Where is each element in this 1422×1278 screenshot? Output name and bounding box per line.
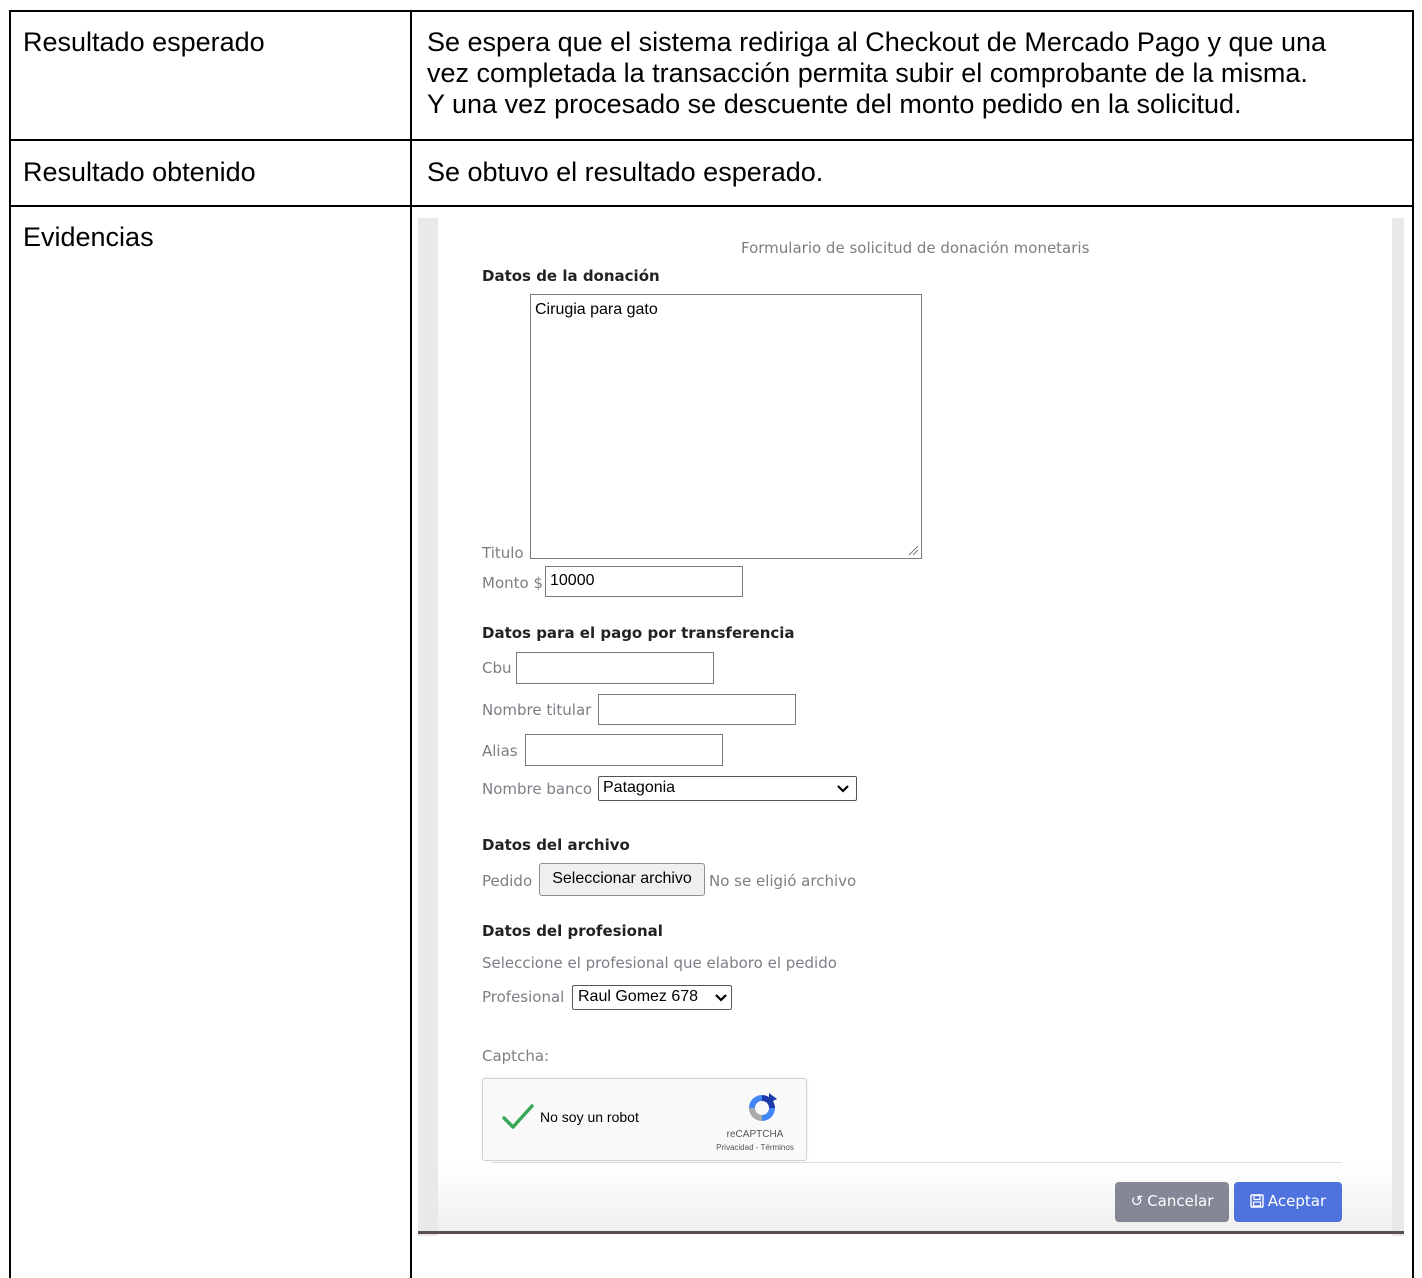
row-label-resultado-obtenido: Resultado obtenido bbox=[23, 157, 256, 187]
captcha-terms[interactable]: Privacidad - Términos bbox=[705, 1143, 805, 1152]
table-column-divider bbox=[410, 10, 412, 1278]
save-icon bbox=[1250, 1194, 1264, 1208]
table-border-top bbox=[9, 10, 1414, 12]
screenshot-bottom-edge bbox=[418, 1231, 1404, 1234]
table-border-right bbox=[1412, 10, 1414, 1278]
recaptcha-logo-icon bbox=[749, 1093, 777, 1121]
monto-value: 10000 bbox=[550, 572, 595, 589]
profesional-hint: Seleccione el profesional que elaboro el… bbox=[482, 954, 837, 972]
cancel-button[interactable]: ↺ Cancelar bbox=[1115, 1182, 1229, 1222]
row-content-resultado-esperado: Se espera que el sistema rediriga al Che… bbox=[427, 27, 1326, 120]
section-heading-transferencia: Datos para el pago por transferencia bbox=[482, 624, 795, 642]
alias-input[interactable] bbox=[525, 734, 723, 766]
undo-icon: ↺ bbox=[1130, 1192, 1144, 1210]
cbu-input[interactable] bbox=[516, 652, 714, 684]
content-line: vez completada la transacción permita su… bbox=[427, 58, 1308, 88]
row-label-evidencias: Evidencias bbox=[23, 222, 154, 252]
section-heading-profesional: Datos del profesional bbox=[482, 922, 663, 940]
footer-divider bbox=[492, 1162, 1342, 1163]
table-row-divider bbox=[9, 139, 1414, 141]
captcha-text: No soy un robot bbox=[540, 1109, 639, 1125]
section-heading-archivo: Datos del archivo bbox=[482, 836, 630, 854]
resize-handle-icon[interactable] bbox=[907, 544, 919, 556]
profesional-label: Profesional bbox=[482, 988, 565, 1006]
profesional-value: Raul Gomez 678 bbox=[578, 988, 699, 1005]
nombre-titular-label: Nombre titular bbox=[482, 701, 592, 719]
alias-label: Alias bbox=[482, 742, 518, 760]
form-title: Formulario de solicitud de donación mone… bbox=[741, 239, 1090, 257]
captcha-label: Captcha: bbox=[482, 1047, 550, 1065]
select-file-button[interactable]: Seleccionar archivo bbox=[539, 863, 705, 896]
profesional-select[interactable]: Raul Gomez 678 bbox=[572, 985, 732, 1010]
accept-button[interactable]: Aceptar bbox=[1234, 1182, 1342, 1222]
nombre-banco-value: Patagonia bbox=[603, 779, 676, 796]
row-label-resultado-esperado: Resultado esperado bbox=[23, 27, 265, 57]
cbu-label: Cbu bbox=[482, 659, 512, 677]
table-row-divider bbox=[9, 205, 1414, 207]
file-status: No se eligió archivo bbox=[709, 872, 857, 890]
nombre-banco-select[interactable]: Patagonia bbox=[598, 776, 857, 801]
section-heading-donacion: Datos de la donación bbox=[482, 267, 660, 285]
pedido-label: Pedido bbox=[482, 872, 533, 890]
captcha-brand: reCAPTCHA bbox=[726, 1129, 784, 1140]
nombre-titular-input[interactable] bbox=[598, 694, 796, 725]
screenshot-gutter-right bbox=[1392, 218, 1404, 1236]
evidence-screenshot: Formulario de solicitud de donación mone… bbox=[418, 218, 1404, 1236]
recaptcha-widget[interactable]: No soy un robot reCAPTCHA Privacidad - T… bbox=[482, 1078, 807, 1161]
monto-input[interactable]: 10000 bbox=[545, 566, 743, 597]
accept-button-label: Aceptar bbox=[1267, 1192, 1327, 1210]
chevron-down-icon bbox=[715, 994, 727, 1002]
titulo-textarea[interactable]: Cirugia para gato bbox=[530, 294, 922, 559]
cancel-button-label: Cancelar bbox=[1147, 1192, 1214, 1210]
content-line: Y una vez procesado se descuente del mon… bbox=[427, 89, 1242, 119]
titulo-label: Titulo bbox=[482, 544, 524, 562]
table-border-left bbox=[9, 10, 11, 1278]
nombre-banco-label: Nombre banco bbox=[482, 780, 593, 798]
chevron-down-icon bbox=[837, 785, 849, 793]
screenshot-gutter-left bbox=[418, 218, 438, 1236]
titulo-value: Cirugia para gato bbox=[535, 301, 658, 318]
monto-label: Monto $ bbox=[482, 574, 543, 592]
content-line: Se espera que el sistema rediriga al Che… bbox=[427, 27, 1327, 57]
row-content-resultado-obtenido: Se obtuvo el resultado esperado. bbox=[427, 157, 824, 187]
checkmark-icon[interactable] bbox=[501, 1103, 535, 1131]
